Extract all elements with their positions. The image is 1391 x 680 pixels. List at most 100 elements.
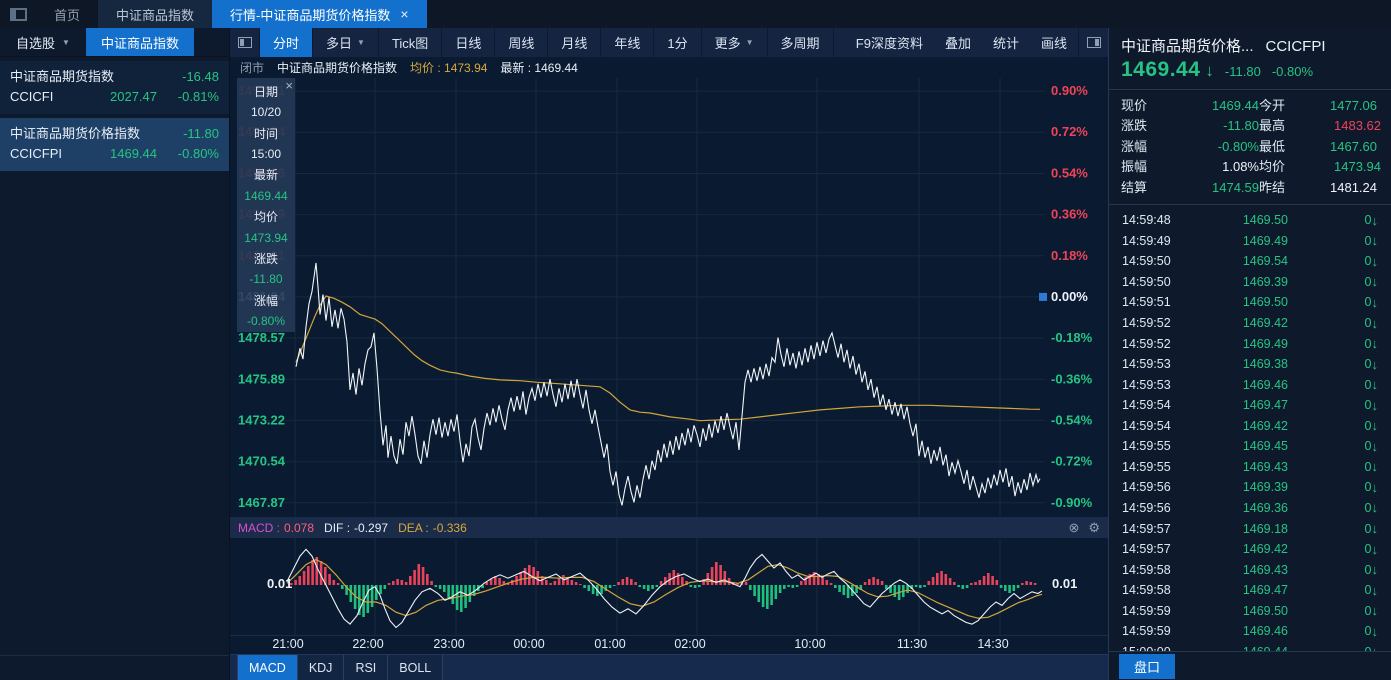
tick-row[interactable]: 14:59:53 1469.38 0 ↓ <box>1109 354 1391 375</box>
watch-item-CCICFPI[interactable]: 中证商品期货价格指数 -11.80 CCICFPI 1469.44 -0.80% <box>0 118 229 171</box>
tick-row[interactable]: 14:59:53 1469.46 0 ↓ <box>1109 374 1391 395</box>
time-tick-label: 14:30 <box>977 637 1009 652</box>
tick-row[interactable]: 14:59:59 1469.46 0 ↓ <box>1109 621 1391 642</box>
top-tab-0[interactable]: 首页 <box>36 0 98 28</box>
watch-item-CCICFI[interactable]: 中证商品期货指数 -16.48 CCICFI 2027.47 -0.81% <box>0 61 229 114</box>
tick-row[interactable]: 14:59:56 1469.39 0 ↓ <box>1109 477 1391 498</box>
stat-label: 现价 <box>1121 98 1148 113</box>
indicator-settings-icon[interactable]: ⚙ <box>1088 520 1100 536</box>
tick-row[interactable]: 14:59:58 1469.47 0 ↓ <box>1109 580 1391 601</box>
tick-volume: 0↓ <box>1364 623 1378 639</box>
tick-row[interactable]: 14:59:51 1469.50 0 ↓ <box>1109 292 1391 313</box>
macd-histogram <box>290 557 1037 618</box>
tick-row[interactable]: 14:59:56 1469.36 0 ↓ <box>1109 498 1391 519</box>
toolbar-button-分时[interactable]: 分时 <box>260 28 314 57</box>
indicator-tab-BOLL[interactable]: BOLL <box>388 654 444 680</box>
time-tick-label: 23:00 <box>433 637 465 652</box>
time-tick-label: 11:30 <box>896 637 928 652</box>
down-arrow-icon: ↓ <box>1371 500 1379 516</box>
tick-row[interactable]: 14:59:59 1469.50 0 ↓ <box>1109 600 1391 621</box>
tick-row[interactable]: 15:00:001469.440↓ <box>1109 642 1391 651</box>
tick-row[interactable]: 14:59:57 1469.18 0 ↓ <box>1109 518 1391 539</box>
tooltip-close-icon[interactable]: × <box>285 79 293 92</box>
tick-time: 14:59:59 <box>1122 624 1171 639</box>
collapse-right-panel-button[interactable] <box>1078 28 1108 57</box>
tick-row[interactable]: 14:59:54 1469.47 0 ↓ <box>1109 395 1391 416</box>
tick-row[interactable]: 14:59:52 1469.49 0 ↓ <box>1109 333 1391 354</box>
watchlist-tab-label: 中证商品指数 <box>101 35 180 51</box>
down-arrow-icon: ↓ <box>1371 294 1379 310</box>
tick-row[interactable]: 14:59:57 1469.42 0 ↓ <box>1109 539 1391 560</box>
watch-item-row: CCICFI 2027.47 -0.81% <box>10 87 219 107</box>
tick-row[interactable]: 14:59:50 1469.54 0 ↓ <box>1109 251 1391 272</box>
tick-row[interactable]: 14:59:54 1469.42 0 ↓ <box>1109 416 1391 437</box>
toolbar-button-日线[interactable]: 日线 <box>442 28 496 57</box>
toolbar-button-1分[interactable]: 1分 <box>654 28 702 57</box>
watchlist-header: 自选股 ▼ 中证商品指数 <box>0 28 229 57</box>
svg-text:0.00%: 0.00% <box>1051 289 1088 304</box>
sidebar-footer <box>0 655 229 680</box>
svg-text:-0.90%: -0.90% <box>1051 495 1093 510</box>
down-arrow-icon: ↓ <box>1371 315 1379 331</box>
macd-pane[interactable]: 0.01 0.01 <box>230 538 1108 637</box>
change-value: -11.80 <box>183 126 219 141</box>
tick-row[interactable]: 14:59:55 1469.43 0 ↓ <box>1109 457 1391 478</box>
toolbar-button-周线[interactable]: 周线 <box>495 28 549 57</box>
top-tab-2[interactable]: 行情-中证商品期货价格指数 × <box>212 0 427 28</box>
quote-stats-table: 现价 1469.44 今开 1477.06 涨跌 -11.80 最高 1483.62 涨幅 -0.… <box>1109 92 1391 202</box>
toolbar-button-月线[interactable]: 月线 <box>548 28 602 57</box>
tick-row[interactable]: 14:59:52 1469.42 0 ↓ <box>1109 313 1391 334</box>
down-arrow-icon: ↓ <box>1371 274 1379 290</box>
window-menu-button[interactable] <box>0 0 36 28</box>
tick-volume: 0↓ <box>1364 603 1378 619</box>
watchlist-active-tab[interactable]: 中证商品指数 <box>86 28 195 56</box>
quote-title: 中证商品期货价格... <box>1121 38 1254 55</box>
toolbar-button-多日[interactable]: 多日 ▼ <box>313 28 379 57</box>
indicator-tab-MACD[interactable]: MACD <box>237 654 298 680</box>
svg-text:0.54%: 0.54% <box>1051 165 1088 180</box>
tick-row[interactable]: 14:59:48 1469.50 0 ↓ <box>1109 210 1391 231</box>
time-tick-label: 22:00 <box>352 637 384 652</box>
tick-time: 14:59:58 <box>1122 583 1171 598</box>
tooltip-value: -0.80% <box>246 314 286 329</box>
tick-price: 1469.49 <box>1242 233 1288 248</box>
tick-price: 1469.49 <box>1242 336 1288 351</box>
tooltip-value: 15:00 <box>250 147 282 162</box>
main-chart[interactable]: 1494.611491.941489.261486.591483.911481.… <box>230 77 1108 518</box>
toolbar-link-F9深度资料[interactable]: F9深度资料 <box>845 28 934 57</box>
indicator-tab-KDJ[interactable]: KDJ <box>297 654 345 680</box>
chart-tooltip: × 日期 10/20 时间 15:00 最新 1469.44 均价 1473.94 涨跌 -11.… <box>237 77 295 332</box>
toolbar-button-多周期[interactable]: 多周期 <box>768 28 834 57</box>
down-arrow-icon: ↓ <box>1371 438 1379 454</box>
tick-row[interactable]: 14:59:58 1469.43 0 ↓ <box>1109 559 1391 580</box>
period-buttons: 分时 多日 ▼ Tick图 日线 周线 月线 年线 1分 更多 ▼ 多周期 <box>260 28 834 57</box>
toolbar-button-年线[interactable]: 年线 <box>601 28 655 57</box>
quote-last-price: 1469.44 <box>1121 58 1201 81</box>
tick-row[interactable]: 14:59:49 1469.49 0 ↓ <box>1109 231 1391 252</box>
toolbar-link-叠加[interactable]: 叠加 <box>934 28 982 57</box>
tick-row[interactable]: 14:59:50 1469.39 0 ↓ <box>1109 272 1391 293</box>
top-tab-1[interactable]: 中证商品指数 <box>98 0 213 28</box>
tick-time: 14:59:52 <box>1122 336 1171 351</box>
quote-change-pct: -0.80% <box>1271 64 1314 79</box>
watchlist-group-selector[interactable]: 自选股 ▼ <box>0 28 86 56</box>
toolbar-button-更多[interactable]: 更多 ▼ <box>702 28 768 57</box>
tick-time: 14:59:50 <box>1122 254 1171 269</box>
tick-row[interactable]: 14:59:55 1469.45 0 ↓ <box>1109 436 1391 457</box>
dif-label: DIF : <box>324 520 351 535</box>
tick-price: 1469.50 <box>1242 213 1288 228</box>
tab-close-icon[interactable]: × <box>400 6 408 22</box>
tick-price: 1469.39 <box>1242 274 1288 289</box>
watch-item-row: CCICFPI 1469.44 -0.80% <box>10 144 219 164</box>
tick-price: 1469.42 <box>1242 542 1288 557</box>
toolbar-link-统计[interactable]: 统计 <box>982 28 1030 57</box>
indicator-tab-RSI[interactable]: RSI <box>344 654 389 680</box>
toolbar-link-画线[interactable]: 画线 <box>1030 28 1078 57</box>
tick-list[interactable]: 14:59:48 1469.50 0 ↓ 14:59:49 1469.49 0 ↓ 14:59:… <box>1109 207 1391 651</box>
collapse-left-panel-button[interactable] <box>230 28 260 57</box>
watch-item-row: 中证商品期货价格指数 -11.80 <box>10 124 219 144</box>
close-indicator-icon[interactable]: ⊗ <box>1068 520 1079 536</box>
toolbar-button-Tick图[interactable]: Tick图 <box>379 28 443 57</box>
stat-value: 1.08% <box>1222 159 1259 175</box>
order-book-button[interactable]: 盘口 <box>1119 653 1176 679</box>
